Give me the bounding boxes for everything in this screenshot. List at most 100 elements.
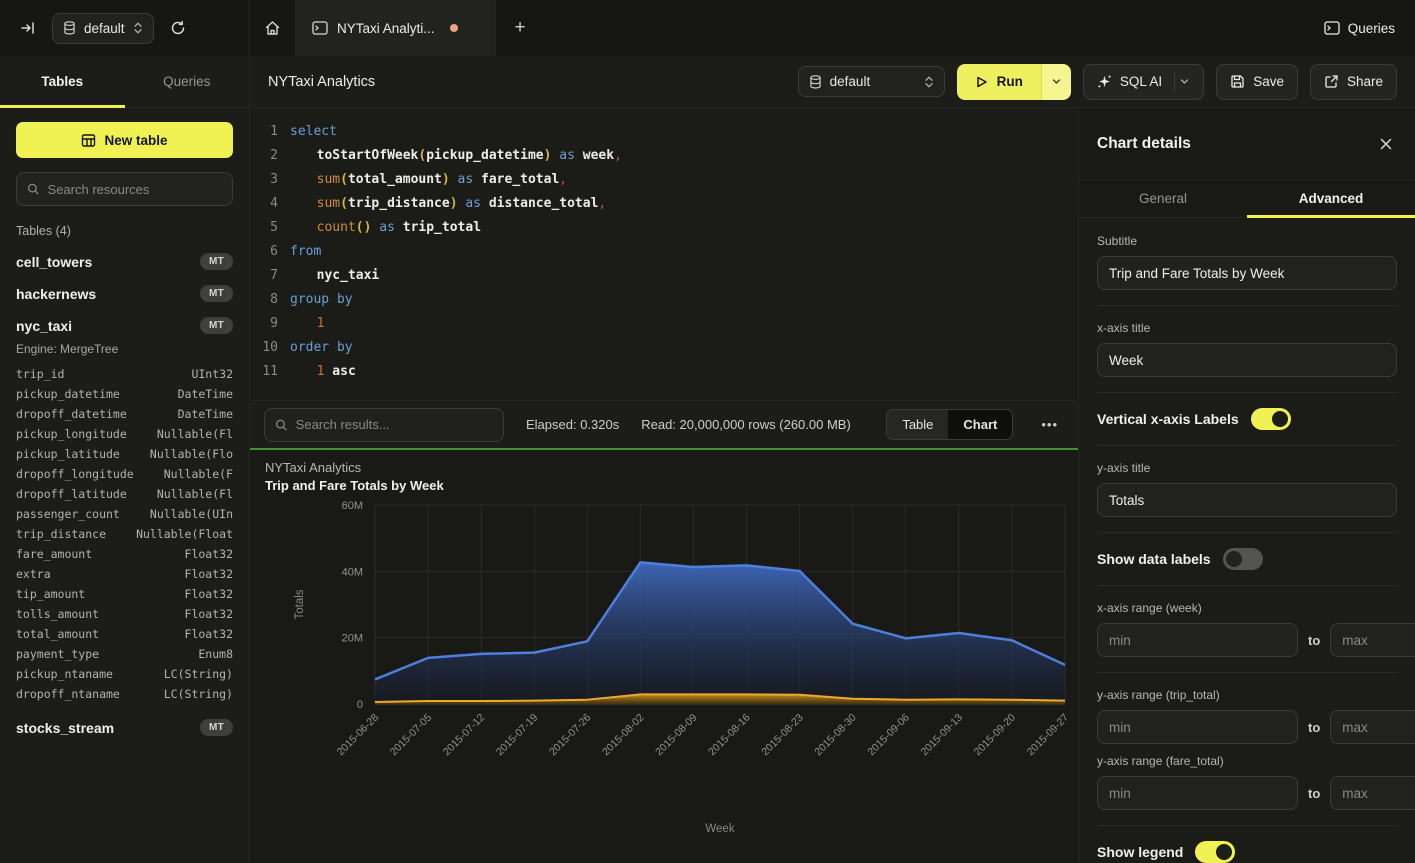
table-icon [81, 133, 96, 148]
run-options-button[interactable] [1041, 64, 1071, 100]
column-list: trip_idUInt32pickup_datetimeDateTimedrop… [16, 364, 233, 704]
svg-text:2015-06-28: 2015-06-28 [335, 712, 382, 759]
column-type: Nullable(UIn [150, 504, 233, 524]
xaxis-range-min-input[interactable] [1097, 623, 1298, 657]
yaxis-range-trip-max-input[interactable] [1330, 710, 1415, 744]
run-button-label: Run [997, 74, 1023, 89]
panel-tab-general[interactable]: General [1079, 180, 1247, 217]
new-tab-button[interactable]: + [496, 0, 544, 56]
run-button[interactable]: Run [957, 64, 1041, 100]
tab-nytaxi-analytics[interactable]: NYTaxi Analyti... [296, 0, 496, 56]
close-panel-button[interactable] [1375, 133, 1397, 155]
engine-badge: MT [200, 253, 233, 270]
more-options-icon[interactable]: ••• [1035, 417, 1064, 432]
queries-button[interactable]: Queries [1324, 21, 1395, 36]
vertical-xaxis-labels-toggle[interactable] [1251, 408, 1291, 430]
resource-search-input[interactable] [48, 182, 222, 197]
show-data-labels-toggle[interactable] [1223, 548, 1263, 570]
yaxis-title-input[interactable] [1097, 483, 1397, 517]
table-item-hackernews[interactable]: hackernewsMT [16, 285, 233, 302]
results-search-input[interactable] [296, 417, 493, 432]
table-item-cell_towers[interactable]: cell_towersMT [16, 253, 233, 270]
yaxis-range-trip-min-input[interactable] [1097, 710, 1298, 744]
svg-text:2015-07-05: 2015-07-05 [388, 712, 435, 759]
home-button[interactable] [250, 0, 296, 56]
column-row-total_amount[interactable]: total_amountFloat32 [16, 624, 233, 644]
engine-line: Engine: MergeTree [16, 342, 233, 356]
line-number: 7 [250, 264, 290, 288]
code-line: 7nyc_taxi [250, 264, 1078, 288]
to-label: to [1308, 786, 1320, 801]
table-item-stocks_stream[interactable]: stocks_streamMT [16, 719, 233, 736]
save-button[interactable]: Save [1216, 64, 1298, 100]
column-type: Nullable(Fl [157, 484, 233, 504]
show-legend-toggle[interactable] [1195, 841, 1235, 863]
column-type: Float32 [185, 544, 233, 564]
table-item-nyc_taxi[interactable]: nyc_taxiMT [16, 317, 233, 334]
yaxis-range-fare-max-input[interactable] [1330, 776, 1415, 810]
panel-tabs: General Advanced [1079, 180, 1415, 218]
share-button[interactable]: Share [1310, 64, 1397, 100]
chart-canvas[interactable]: 020M40M60MTotals2015-06-282015-07-052015… [265, 497, 1078, 854]
code-text: sum(trip_distance) as distance_total, [290, 192, 606, 216]
column-row-tip_amount[interactable]: tip_amountFloat32 [16, 584, 233, 604]
yaxis-title-label: y-axis title [1097, 461, 1397, 475]
svg-text:2015-09-06: 2015-09-06 [865, 712, 912, 759]
column-row-pickup_latitude[interactable]: pickup_latitudeNullable(Flo [16, 444, 233, 464]
view-toggle-chart[interactable]: Chart [948, 410, 1012, 439]
show-legend-label: Show legend [1097, 844, 1183, 860]
sidebar-tab-tables[interactable]: Tables [0, 56, 125, 107]
arrow-to-bar-icon [20, 20, 36, 36]
database-selector[interactable]: default [52, 13, 154, 44]
xaxis-title-input[interactable] [1097, 343, 1397, 377]
column-row-dropoff_latitude[interactable]: dropoff_latitudeNullable(Fl [16, 484, 233, 504]
column-row-fare_amount[interactable]: fare_amountFloat32 [16, 544, 233, 564]
panel-tab-advanced[interactable]: Advanced [1247, 180, 1415, 217]
refresh-icon [170, 20, 186, 36]
column-row-pickup_longitude[interactable]: pickup_longitudeNullable(Fl [16, 424, 233, 444]
column-row-passenger_count[interactable]: passenger_countNullable(UIn [16, 504, 233, 524]
column-row-payment_type[interactable]: payment_typeEnum8 [16, 644, 233, 664]
column-name: total_amount [16, 624, 99, 644]
chevron-down-icon [1179, 76, 1190, 87]
terminal-icon [1324, 21, 1340, 35]
subtitle-input[interactable] [1097, 256, 1397, 290]
sql-ai-button[interactable]: SQL AI [1083, 64, 1204, 100]
column-row-pickup_datetime[interactable]: pickup_datetimeDateTime [16, 384, 233, 404]
sql-ai-options[interactable] [1174, 72, 1190, 92]
column-name: extra [16, 564, 51, 584]
xaxis-range-max-input[interactable] [1330, 623, 1415, 657]
collapse-sidebar-button[interactable] [14, 14, 42, 42]
sql-ai-label: SQL AI [1120, 74, 1162, 89]
column-row-extra[interactable]: extraFloat32 [16, 564, 233, 584]
to-label: to [1308, 633, 1320, 648]
sidebar: Tables Queries New table Tables (4) cell… [0, 56, 250, 863]
view-toggle-table[interactable]: Table [887, 410, 948, 439]
divider [1097, 445, 1397, 446]
to-label: to [1308, 720, 1320, 735]
column-row-pickup_ntaname[interactable]: pickup_ntanameLC(String) [16, 664, 233, 684]
tab-strip: NYTaxi Analyti... + [250, 0, 1304, 56]
query-database-selector[interactable]: default [798, 66, 945, 97]
database-icon [63, 21, 76, 35]
code-line: 3sum(total_amount) as fare_total, [250, 168, 1078, 192]
svg-text:2015-08-09: 2015-08-09 [653, 712, 700, 759]
yaxis-range-fare-min-input[interactable] [1097, 776, 1298, 810]
column-name: trip_distance [16, 524, 106, 544]
new-table-button[interactable]: New table [16, 122, 233, 158]
sql-editor[interactable]: 1select2toStartOfWeek(pickup_datetime) a… [250, 108, 1078, 400]
column-row-dropoff_longitude[interactable]: dropoff_longitudeNullable(F [16, 464, 233, 484]
chevron-down-icon [1051, 76, 1062, 87]
column-row-dropoff_ntaname[interactable]: dropoff_ntanameLC(String) [16, 684, 233, 704]
refresh-button[interactable] [164, 14, 192, 42]
column-row-tolls_amount[interactable]: tolls_amountFloat32 [16, 604, 233, 624]
column-type: Float32 [185, 604, 233, 624]
column-row-trip_id[interactable]: trip_idUInt32 [16, 364, 233, 384]
column-row-trip_distance[interactable]: trip_distance Nullable(Float [16, 524, 233, 544]
column-row-dropoff_datetime[interactable]: dropoff_datetimeDateTime [16, 404, 233, 424]
sidebar-tab-queries[interactable]: Queries [125, 56, 250, 107]
chart-panel: NYTaxi Analytics Trip and Fare Totals by… [250, 450, 1078, 863]
column-type: Nullable(Float [136, 524, 233, 544]
divider [1097, 305, 1397, 306]
save-icon [1230, 74, 1245, 89]
